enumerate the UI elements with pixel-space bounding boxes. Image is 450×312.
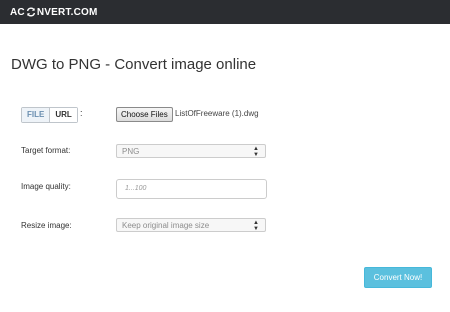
target-format-label: Target format:: [21, 146, 71, 155]
resize-image-value: Keep original image size: [122, 221, 210, 230]
image-quality-label: Image quality:: [21, 182, 71, 191]
page-title: DWG to PNG - Convert image online: [11, 56, 257, 73]
source-colon: :: [80, 108, 83, 118]
selected-filename: ListOfFreeware (1).dwg: [175, 109, 259, 118]
source-toggle: FILE URL: [21, 107, 78, 123]
resize-image-select[interactable]: Keep original image size ▲ ▼: [116, 218, 266, 232]
logo-text-right: NVERT.COM: [36, 6, 98, 18]
tab-file[interactable]: FILE: [22, 108, 51, 122]
logo-text-left: AC: [10, 6, 25, 18]
resize-image-label: Resize image:: [21, 221, 72, 230]
target-format-value: PNG: [122, 147, 140, 156]
choose-files-button[interactable]: Choose Files: [116, 107, 173, 122]
tab-url[interactable]: URL: [50, 108, 77, 122]
image-quality-input[interactable]: 1...100: [116, 179, 267, 199]
image-quality-placeholder: 1...100: [125, 185, 147, 192]
sync-arrows-icon: [26, 7, 35, 17]
convert-now-button[interactable]: Convert Now!: [364, 267, 432, 288]
up-down-arrows-icon: ▲ ▼: [253, 220, 259, 232]
top-navbar: AC NVERT.COM: [0, 0, 450, 24]
target-format-select[interactable]: PNG ▲ ▼: [116, 144, 266, 158]
up-down-arrows-icon: ▲ ▼: [253, 146, 259, 158]
logo[interactable]: AC NVERT.COM: [10, 5, 98, 19]
